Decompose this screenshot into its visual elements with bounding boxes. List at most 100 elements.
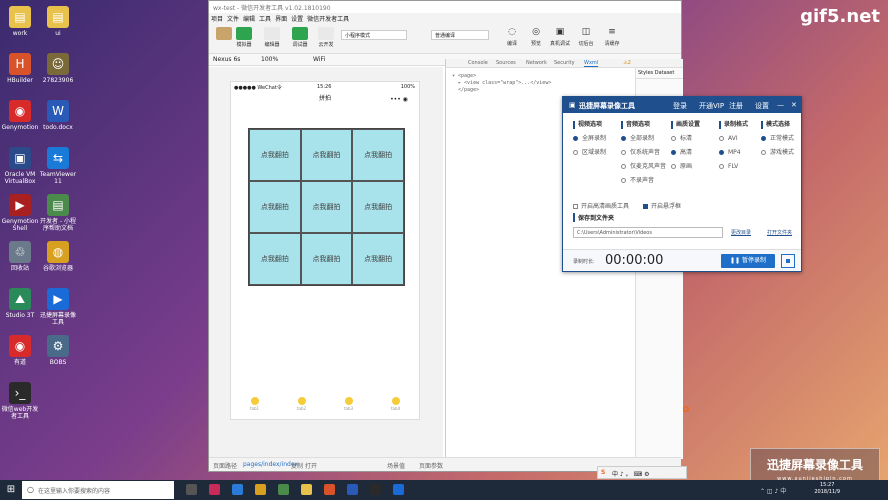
toolbar-button[interactable]: 调试器	[289, 27, 311, 48]
taskbar-app-icon[interactable]	[370, 484, 381, 495]
desktop-icon[interactable]: ▤ ui	[38, 6, 78, 37]
grid-cell[interactable]: 点我翻拍	[352, 233, 404, 285]
register-link[interactable]: 注册	[729, 101, 743, 111]
grid-cell[interactable]: 点我翻拍	[249, 181, 301, 233]
open-folder-link[interactable]: 打开文件夹	[767, 229, 792, 236]
wxml-line[interactable]: ▾ <page>	[452, 73, 551, 80]
open-link[interactable]: 打开	[305, 461, 317, 470]
grid-cell[interactable]: 点我翻拍	[352, 181, 404, 233]
desktop-icon[interactable]: ◍ 谷歌浏览器	[38, 241, 78, 272]
zoom-select[interactable]: 100%	[261, 56, 278, 63]
minimize-icon[interactable]: —	[777, 101, 784, 109]
option-checkbox[interactable]: 开启悬浮框	[643, 203, 681, 210]
desktop-icon[interactable]: ▤ 开发者 - 小程序帮助文档	[38, 194, 78, 232]
toolbar-button[interactable]: 模拟器	[233, 27, 255, 48]
network-select[interactable]: WiFi	[313, 56, 325, 63]
taskbar-app-icon[interactable]	[393, 484, 404, 495]
page-path[interactable]: pages/index/index	[243, 461, 298, 468]
option-radio[interactable]: 全屏录制	[573, 135, 625, 149]
toolbar-action-button[interactable]: ◎ 预览	[525, 27, 547, 47]
taskbar-app-icon[interactable]	[347, 484, 358, 495]
devtools-tab[interactable]: Wxml	[584, 60, 599, 67]
clock[interactable]: 15:27 2018/11/9	[814, 482, 840, 496]
system-tray[interactable]: ⌃ ◫ ♪ 中	[760, 486, 786, 495]
toolbar-action-button[interactable]: ≡ 清缓存	[601, 27, 623, 47]
tabbar-item[interactable]: tab2	[292, 395, 312, 415]
menu-item[interactable]: 编辑	[243, 16, 255, 23]
compile-select[interactable]: 普通编译	[431, 30, 489, 40]
taskbar-app-icon[interactable]	[255, 484, 266, 495]
mode-select[interactable]: 小程序模式	[341, 30, 407, 40]
grid-cell[interactable]: 点我翻拍	[300, 129, 353, 181]
vip-link[interactable]: 开通VIP	[699, 101, 724, 111]
copy-link[interactable]: 复制	[291, 461, 303, 470]
menu-item[interactable]: 界面	[275, 16, 287, 23]
desktop-icon[interactable]: ▶ Genymotion Shell	[0, 194, 40, 232]
option-radio[interactable]: 仅麦克风声音	[621, 163, 673, 177]
desktop-icon[interactable]: ⚙ BOBS	[38, 335, 78, 366]
option-radio[interactable]: 高清	[671, 149, 723, 163]
taskbar-app-icon[interactable]	[209, 484, 220, 495]
desktop-icon[interactable]: ▶ 迅捷屏幕录像工具	[38, 288, 78, 326]
toolbar-action-button[interactable]: ◌ 编译	[501, 27, 523, 47]
ime-toolbar[interactable]: S 中 ♪ 。 ⌨ ⚙	[597, 466, 687, 479]
devtools-tab[interactable]: Security	[554, 60, 575, 66]
taskbar-app-icon[interactable]	[186, 484, 197, 495]
avatar[interactable]	[213, 27, 235, 41]
grid-cell[interactable]: 点我翻拍	[352, 129, 404, 181]
change-dir-link[interactable]: 更改目录	[731, 229, 751, 236]
tabbar-item[interactable]: tab3	[339, 395, 359, 415]
option-checkbox[interactable]: 开启高清画质工具	[573, 203, 629, 210]
taskbar-app-icon[interactable]	[324, 484, 335, 495]
save-path-input[interactable]: C:\Users\Administrator\Videos	[573, 227, 723, 238]
devtools-tab[interactable]: Network	[526, 60, 547, 66]
toolbar-action-button[interactable]: ◫ 切后台	[575, 27, 597, 47]
stop-record-button[interactable]	[781, 254, 795, 268]
option-radio[interactable]: 全部录制	[621, 135, 673, 149]
desktop-icon[interactable]: ⇆ TeamViewer 11	[38, 147, 78, 185]
wxml-line[interactable]: ▸ <view class="wrap">...</view>	[452, 80, 551, 87]
menu-item[interactable]: 文件	[227, 16, 239, 23]
option-radio[interactable]: 仅系统声音	[621, 149, 673, 163]
desktop-icon[interactable]: ☺ 27823906	[38, 53, 78, 84]
option-radio[interactable]: FLV	[719, 163, 771, 177]
wxml-line[interactable]: </page>	[452, 87, 551, 94]
start-icon[interactable]: ⊞	[0, 480, 22, 500]
login-link[interactable]: 登录	[673, 101, 687, 111]
taskbar-app-icon[interactable]	[301, 484, 312, 495]
menu-item[interactable]: 项目	[211, 16, 223, 23]
desktop-icon[interactable]: ♲ 回收站	[0, 241, 40, 272]
option-radio[interactable]: 不录声音	[621, 177, 673, 191]
grid-cell[interactable]: 点我翻拍	[249, 129, 301, 181]
toolbar-button[interactable]: 编辑器	[261, 27, 283, 48]
page-params[interactable]: 页面参数	[419, 461, 443, 470]
styles-tabs[interactable]: Styles Dataset	[636, 68, 683, 79]
pause-record-button[interactable]: ❚❚ 暂停录制	[721, 254, 775, 268]
toolbar-action-button[interactable]: ▣ 真机调试	[549, 27, 571, 47]
taskbar-search[interactable]: ○ 在这里输入你要搜索的内容	[22, 481, 174, 499]
desktop-icon[interactable]: ⛰ Studio 3T	[0, 288, 40, 319]
option-radio[interactable]: 区域录制	[573, 149, 625, 163]
devtools-tab[interactable]: Sources	[496, 60, 516, 66]
warning-count[interactable]: ⚠2	[623, 60, 631, 66]
taskbar-app-icon[interactable]	[278, 484, 289, 495]
grid-cell[interactable]: 点我翻拍	[249, 233, 301, 285]
desktop-icon[interactable]: ▣ Oracle VM VirtualBox	[0, 147, 40, 185]
settings-link[interactable]: 设置	[755, 101, 769, 111]
desktop-icon[interactable]: H HBuilder	[0, 53, 40, 84]
desktop-icon[interactable]: ▤ work	[0, 6, 40, 37]
desktop-icon[interactable]: ◉ Genymotion	[0, 100, 40, 131]
option-radio[interactable]: 原画	[671, 163, 723, 177]
capsule-menu[interactable]: ••• ◉	[385, 95, 413, 104]
device-select[interactable]: Nexus 6s	[213, 56, 240, 63]
menu-item[interactable]: 工具	[259, 16, 271, 23]
close-icon[interactable]: ✕	[791, 101, 797, 109]
desktop-icon[interactable]: ›_ 微信web开发者工具	[0, 382, 40, 420]
desktop-icon[interactable]: ◉ 有道	[0, 335, 40, 366]
grid-cell[interactable]: 点我翻拍	[300, 233, 353, 285]
option-radio[interactable]: 正常模式	[761, 135, 813, 149]
taskbar-app-icon[interactable]	[232, 484, 243, 495]
toolbar-button[interactable]: 云开发	[315, 27, 337, 48]
desktop-icon[interactable]: Wtodo.docx	[38, 100, 78, 131]
menu-item[interactable]: 微信开发者工具	[307, 16, 349, 23]
